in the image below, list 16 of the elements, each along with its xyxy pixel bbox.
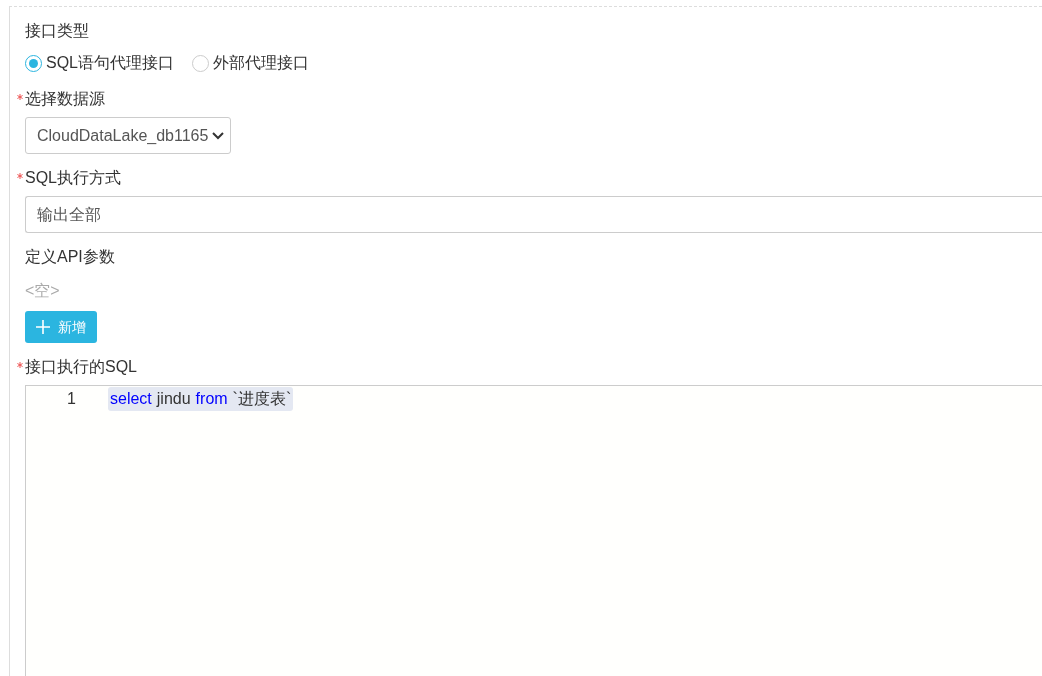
empty-text: <空> [25,281,61,301]
radio-label[interactable]: SQL语句代理接口 [46,51,174,75]
field-label: 选择数据源 [25,90,105,107]
line-number: 1 [66,389,76,409]
field-label: 定义API参数 [25,248,115,265]
chevron-down-icon [212,131,225,140]
radio-button[interactable] [192,54,209,72]
field-label: 接口类型 [25,22,89,39]
field-label: SQL执行方式 [25,169,121,186]
exec-mode-field[interactable]: 输出全部 [25,196,1042,233]
field-label: 接口执行的SQL [25,358,137,375]
radio-button[interactable] [25,54,42,72]
radio-label[interactable]: 外部代理接口 [213,51,309,75]
datasource-select[interactable]: CloudDataLake_db1165 [25,117,232,154]
sql-editor[interactable]: 1 select jindu from `进度表` [25,385,1042,676]
plus-icon [36,320,50,334]
